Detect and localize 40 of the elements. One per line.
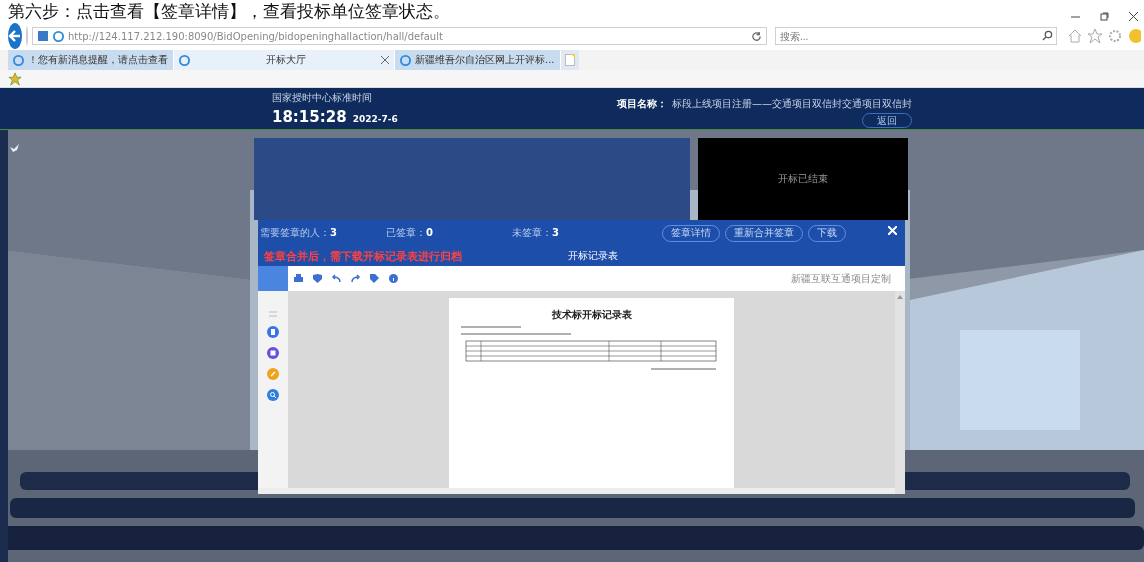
toolbar-note: 新疆互联互通项目定制 <box>791 271 891 286</box>
tab-close-icon[interactable] <box>381 56 389 64</box>
sign-stat: 需要签章的人：3 <box>260 226 338 240</box>
page-icon[interactable] <box>267 326 279 338</box>
search-icon[interactable] <box>1042 30 1053 41</box>
browser-icon <box>400 54 411 66</box>
print-icon[interactable] <box>294 274 303 283</box>
close-icon[interactable] <box>1129 12 1138 21</box>
back-button[interactable] <box>8 23 22 49</box>
clock-date: 2022-7-6 <box>352 114 398 124</box>
restore-icon[interactable] <box>1100 12 1109 21</box>
notice-text: 签章合并后，需下载开标记录表进行归档 <box>264 248 462 264</box>
refresh-icon[interactable] <box>751 30 762 42</box>
star-icon[interactable] <box>1087 28 1103 44</box>
search-field[interactable]: 搜索... <box>775 27 1057 45</box>
clock-time: 18:15:28 <box>272 108 347 126</box>
video-status: 开标已结束 <box>778 172 828 186</box>
instruction-text: 第六步：点击查看【签章详情】，查看投标单位签章状态。 <box>7 0 450 22</box>
address-field[interactable]: http://124.117.212.190:8090/BidOpening/bidopeninghallaction/hall/default <box>32 27 767 45</box>
tag-icon[interactable] <box>370 274 379 283</box>
favorites-star-icon[interactable] <box>8 71 22 86</box>
sign-stat: 已签章：0 <box>386 226 434 240</box>
sign-stat: 未签章：3 <box>512 226 560 240</box>
clock-label: 国家授时中心标准时间 <box>272 91 373 105</box>
document-title: 技术标开标记录表 <box>551 308 632 322</box>
browser-icon <box>179 54 190 66</box>
arrow-icon <box>8 29 22 43</box>
browser-icon <box>53 30 64 42</box>
info-icon[interactable] <box>389 274 398 283</box>
redo-icon[interactable] <box>351 274 360 283</box>
dialog-title: 开标记录表 <box>568 249 618 263</box>
browser-tab[interactable]: 新疆维吾尔自治区网上开评标... <box>395 50 561 70</box>
browser-icon <box>13 54 24 66</box>
search-icon[interactable] <box>267 389 279 401</box>
undo-icon[interactable] <box>332 274 341 283</box>
project-label: 项目名称： <box>616 97 667 109</box>
project-name: 标段上线项目注册——交通项目双信封交通项目双信封 <box>672 97 912 109</box>
browser-tab[interactable]: 开标大厅 <box>174 50 395 70</box>
browser-tab[interactable]: ！您有新消息提醒，请点击查看 <box>8 50 174 70</box>
grid-icon[interactable] <box>267 347 279 359</box>
